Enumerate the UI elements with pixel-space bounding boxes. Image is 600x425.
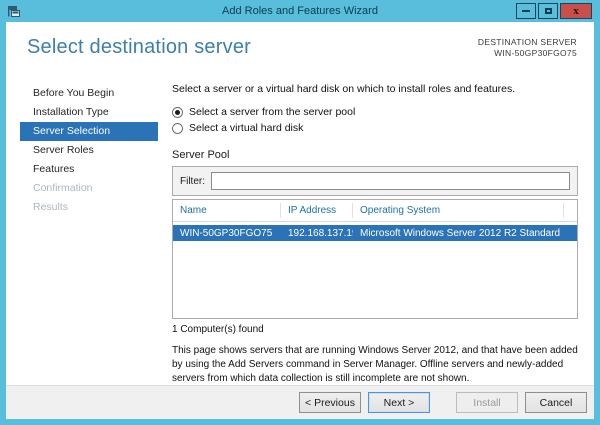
- nav-item-features[interactable]: Features: [20, 160, 158, 179]
- destination-radio-group: Select a server from the server pool Sel…: [172, 104, 578, 136]
- table-header-row: Name IP Address Operating System: [173, 200, 577, 222]
- minimize-button[interactable]: [516, 3, 536, 19]
- window-controls: x: [514, 3, 592, 19]
- filter-label: Filter:: [180, 175, 205, 187]
- nav-item-server-selection[interactable]: Server Selection: [20, 122, 158, 141]
- nav-item-confirmation: Confirmation: [33, 182, 93, 194]
- next-button[interactable]: Next >: [368, 392, 430, 413]
- column-header-spacer: [564, 203, 577, 218]
- previous-button[interactable]: < Previous: [299, 392, 361, 413]
- server-pool-section-label: Server Pool: [172, 149, 230, 161]
- cell-server-ip: 192.168.137.197: [288, 227, 353, 239]
- dialog-body: Select destination server DESTINATION SE…: [6, 22, 594, 419]
- server-pool-table: Name IP Address Operating System WIN-50G…: [172, 199, 578, 319]
- close-button[interactable]: x: [560, 3, 592, 19]
- column-header-name[interactable]: Name: [173, 203, 281, 218]
- wizard-step-nav: Before You Begin Installation Type Serve…: [6, 78, 166, 385]
- main-pane: Select a server or a virtual hard disk o…: [166, 78, 594, 385]
- cancel-button[interactable]: Cancel: [525, 392, 587, 413]
- maximize-icon: [544, 8, 552, 14]
- destination-server-block: DESTINATION SERVER WIN-50GP30FGO75: [478, 37, 577, 59]
- wizard-footer: < Previous Next > Install Cancel: [6, 385, 594, 419]
- window-title: Add Roles and Features Wizard: [222, 5, 378, 17]
- wizard-header: Select destination server DESTINATION SE…: [6, 22, 594, 78]
- intro-text: Select a server or a virtual hard disk o…: [172, 83, 516, 95]
- close-icon: x: [573, 4, 579, 17]
- cell-server-name: WIN-50GP30FGO75: [180, 227, 273, 239]
- radio-select-server-pool[interactable]: Select a server from the server pool: [172, 104, 578, 120]
- install-button: Install: [456, 392, 518, 413]
- column-header-operating-system[interactable]: Operating System: [353, 203, 564, 218]
- minimize-icon: [522, 10, 530, 12]
- radio-select-virtual-hard-disk[interactable]: Select a virtual hard disk: [172, 120, 578, 136]
- destination-server-value: WIN-50GP30FGO75: [494, 48, 577, 58]
- nav-item-results: Results: [33, 201, 69, 213]
- maximize-button[interactable]: [538, 3, 558, 19]
- radio-button-icon: [172, 122, 183, 134]
- filter-box: Filter:: [172, 166, 578, 196]
- nav-item-server-roles[interactable]: Server Roles: [20, 141, 158, 160]
- radio-label: Select a server from the server pool: [189, 106, 356, 118]
- content-row: Before You Begin Installation Type Serve…: [6, 78, 594, 385]
- nav-item-before-you-begin[interactable]: Before You Begin: [20, 84, 158, 103]
- wizard-window: Add Roles and Features Wizard x Select d…: [0, 0, 600, 425]
- cell-server-os: Microsoft Windows Server 2012 R2 Standar…: [360, 227, 561, 239]
- filter-input[interactable]: [211, 172, 570, 190]
- table-row-server[interactable]: WIN-50GP30FGO75 192.168.137.197 Microsof…: [173, 225, 577, 241]
- nav-item-installation-type[interactable]: Installation Type: [20, 103, 158, 122]
- wizard-flag-icon[interactable]: [7, 5, 21, 18]
- computers-found-count: 1 Computer(s) found: [172, 324, 264, 335]
- destination-server-label: DESTINATION SERVER: [477, 37, 577, 47]
- radio-label: Select a virtual hard disk: [189, 122, 304, 134]
- title-bar: Add Roles and Features Wizard x: [0, 0, 600, 22]
- column-header-ip-address[interactable]: IP Address: [281, 203, 353, 218]
- page-description: This page shows servers that are running…: [172, 345, 578, 384]
- radio-button-icon: [172, 106, 183, 118]
